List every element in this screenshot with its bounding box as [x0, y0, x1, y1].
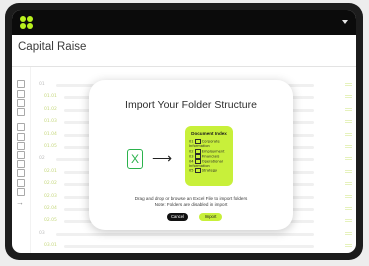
- modal-message-line1: Drag and drop or browse an Excel File to…: [134, 196, 248, 201]
- sidebar-document-icon[interactable]: [17, 142, 25, 150]
- modal-message: Drag and drop or browse an Excel File to…: [89, 196, 293, 208]
- sidebar-arrow-right-icon[interactable]: →: [16, 199, 24, 207]
- document-index-item: 04 Operational Information: [189, 158, 231, 168]
- document-index-title: Document Index: [191, 131, 227, 136]
- sidebar: →: [12, 67, 31, 253]
- cancel-button[interactable]: Cancel: [167, 213, 188, 221]
- folder-icon: [194, 168, 201, 173]
- document-index-item-number: 01: [189, 139, 194, 144]
- import-modal: Import Your Folder Structure X ⟶ Documen…: [89, 80, 293, 230]
- page-title: Capital Raise: [18, 41, 87, 53]
- app-logo-icon[interactable]: [20, 16, 34, 30]
- sidebar-info-icon[interactable]: [17, 188, 25, 196]
- account-dropdown-icon[interactable]: [342, 20, 348, 24]
- document-index-item-number: 04: [189, 159, 194, 163]
- document-index-item: 05 Strategy: [189, 168, 231, 173]
- document-index-item-number: 03: [189, 154, 194, 158]
- sidebar-calendar-icon[interactable]: [17, 179, 25, 187]
- sidebar-document-icon[interactable]: [17, 99, 25, 107]
- sidebar-list-icon[interactable]: [17, 80, 25, 88]
- sidebar-image-icon[interactable]: [17, 160, 25, 168]
- sidebar-image-icon[interactable]: [17, 108, 25, 116]
- arrow-right-icon: ⟶: [152, 150, 173, 166]
- sidebar-list-icon[interactable]: [17, 123, 25, 131]
- document-index-item: 01 Corporate Information: [189, 139, 231, 148]
- sidebar-bank-icon[interactable]: [17, 90, 25, 98]
- sidebar-bank-icon[interactable]: [17, 133, 25, 141]
- document-index-item-label: Corporate Information: [189, 139, 220, 148]
- document-index-item-number: 02: [189, 149, 194, 153]
- import-button[interactable]: Import: [199, 213, 222, 221]
- modal-title: Import Your Folder Structure: [125, 99, 257, 111]
- modal-message-line2: Note: Folders are disabled in import: [154, 202, 228, 207]
- document-index-item-number: 05: [189, 168, 194, 173]
- sidebar-document-icon[interactable]: [17, 151, 25, 159]
- document-index-item-label: Financials: [201, 154, 220, 158]
- document-index-item-label: Strategy: [201, 168, 218, 173]
- document-index-card: Document Index 01 Corporate Information 0…: [185, 126, 233, 186]
- excel-file-icon: X: [127, 149, 143, 169]
- top-bar: [12, 10, 356, 35]
- document-index-item-label: Employment: [201, 149, 225, 153]
- sidebar-lock-icon[interactable]: [17, 169, 25, 177]
